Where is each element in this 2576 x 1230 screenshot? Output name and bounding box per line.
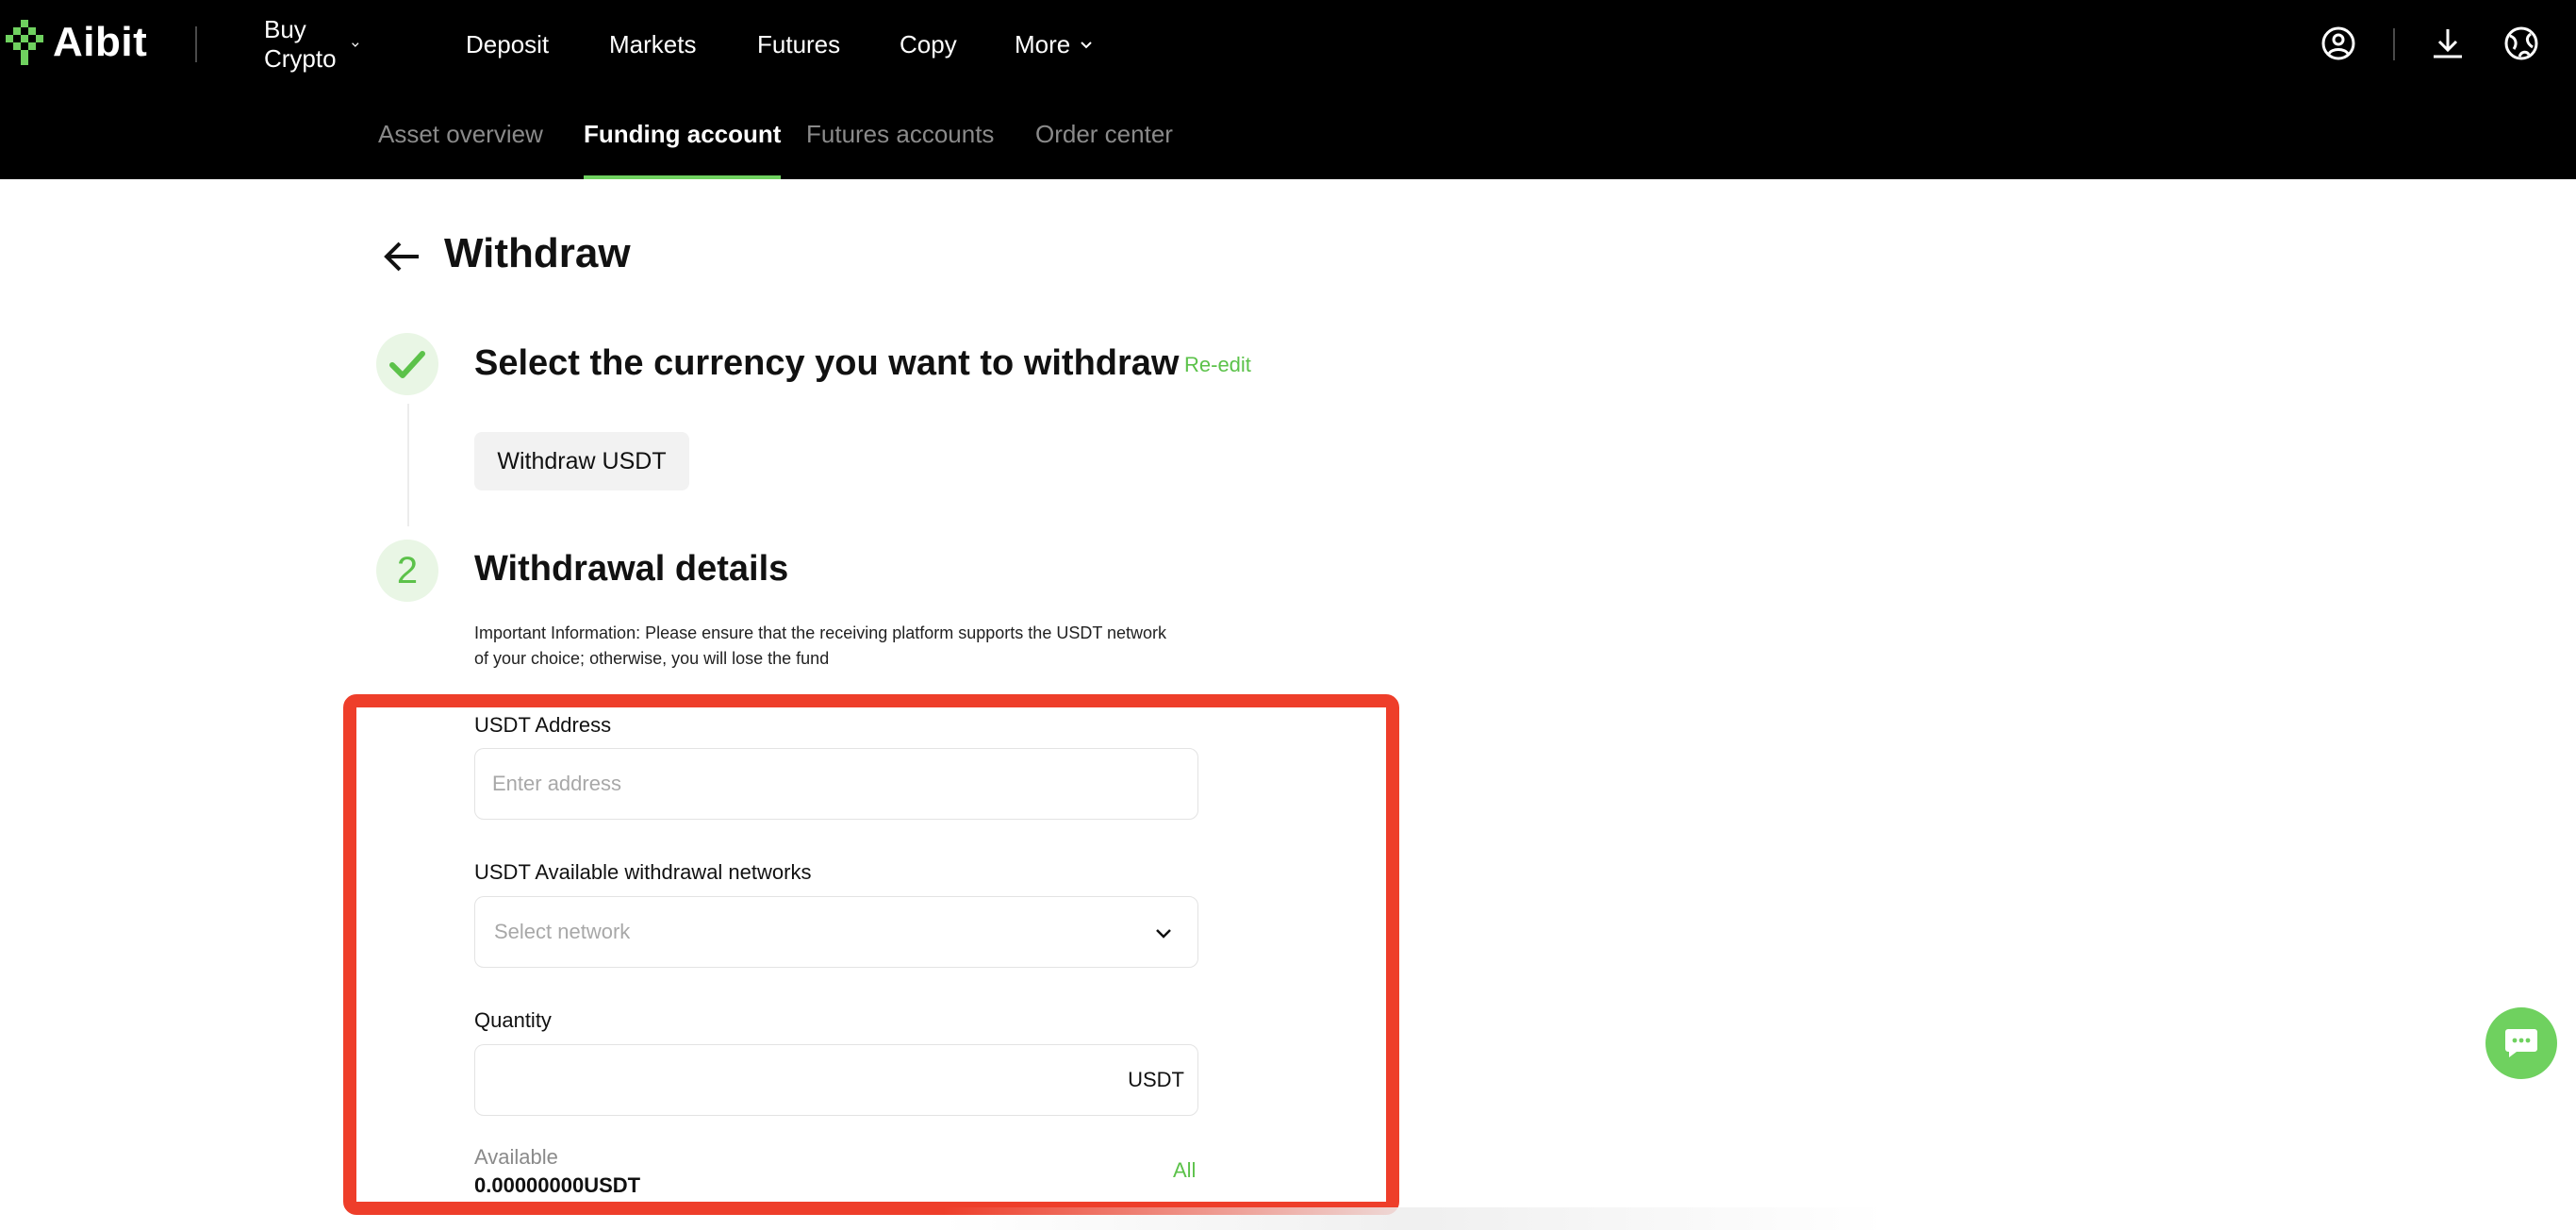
quantity-field: USDT [474, 1044, 1198, 1116]
selected-currency-chip: Withdraw USDT [474, 432, 689, 490]
network-label: USDT Available withdrawal networks [474, 860, 812, 884]
step-2-indicator: 2 [376, 540, 438, 602]
important-information-text: Important Information: Please ensure tha… [474, 623, 1167, 668]
language-icon[interactable] [2502, 25, 2540, 62]
nav-copy-label: Copy [900, 29, 957, 58]
nav-futures-label: Futures [757, 29, 841, 58]
top-icons-divider [2393, 28, 2395, 60]
nav-more[interactable]: More [1015, 30, 1095, 59]
bottom-fade [943, 1207, 1886, 1230]
step-2-number: 2 [396, 549, 419, 591]
nav-markets[interactable]: Markets [609, 30, 696, 59]
support-chat-button[interactable] [2485, 1007, 2557, 1079]
step-2-title: Withdrawal details [474, 549, 789, 589]
tab-order-center[interactable]: Order center [1035, 89, 1173, 179]
chevron-down-icon [1156, 929, 1171, 939]
available-label: Available [474, 1145, 558, 1169]
nav-buy-crypto-label: Buy Crypto [264, 15, 337, 73]
nav-deposit[interactable]: Deposit [466, 30, 549, 59]
available-balance: 0.00000000USDT [474, 1173, 641, 1197]
chevron-down-icon [1081, 42, 1092, 49]
user-icon[interactable] [2320, 25, 2357, 62]
re-edit-link[interactable]: Re-edit [1184, 353, 1251, 377]
logo[interactable]: Aibit [6, 19, 147, 66]
logo-text: Aibit [53, 19, 148, 65]
network-placeholder: Select network [494, 920, 631, 943]
download-icon[interactable] [2429, 25, 2467, 62]
tab-asset-overview[interactable]: Asset overview [378, 89, 543, 179]
quantity-input[interactable] [475, 1045, 1197, 1115]
quantity-label: Quantity [474, 1008, 552, 1032]
account-subnav: Asset overview Funding account Futures a… [0, 89, 2576, 179]
withdraw-all-button[interactable]: All [1173, 1158, 1196, 1183]
address-input[interactable] [475, 749, 1197, 819]
nav-deposit-label: Deposit [466, 29, 550, 58]
top-navigation-bar: Aibit Buy Crypto Deposit Markets Futures… [0, 0, 2576, 89]
step-connector-line [407, 404, 409, 526]
aibit-logo-icon [6, 20, 43, 65]
chevron-down-icon [352, 42, 359, 47]
step-1-indicator [376, 333, 438, 395]
nav-more-label: More [1015, 29, 1071, 58]
network-select[interactable]: Select network [474, 896, 1198, 968]
check-icon [389, 351, 425, 378]
address-field [474, 748, 1198, 820]
tab-futures-accounts[interactable]: Futures accounts [806, 89, 994, 179]
chat-bubble-icon [2505, 1029, 2537, 1057]
tab-funding-account[interactable]: Funding account [584, 89, 782, 179]
back-arrow-icon[interactable] [381, 236, 422, 277]
nav-futures[interactable]: Futures [757, 30, 840, 59]
nav-buy-crypto[interactable]: Buy Crypto [264, 15, 361, 74]
nav-copy[interactable]: Copy [900, 30, 957, 59]
nav-markets-label: Markets [609, 29, 697, 58]
page-title: Withdraw [444, 230, 631, 276]
address-label: USDT Address [474, 713, 612, 737]
step-1-title: Select the currency you want to withdraw [474, 343, 1180, 383]
quantity-unit: USDT [1128, 1068, 1184, 1091]
logo-divider [195, 26, 197, 62]
